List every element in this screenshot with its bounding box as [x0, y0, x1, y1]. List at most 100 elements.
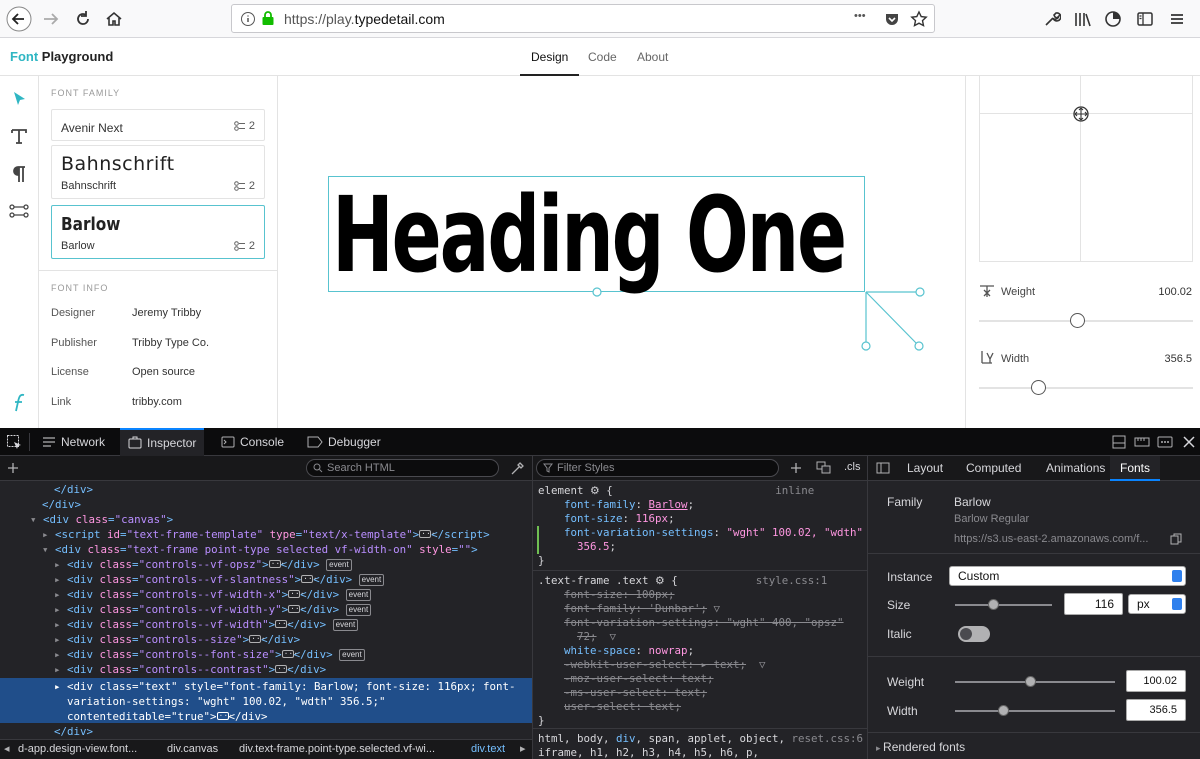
- tab-design[interactable]: Design: [519, 50, 580, 76]
- variable-tool-button[interactable]: [8, 200, 30, 222]
- app-header: Font Playground Design Code About: [0, 38, 1200, 76]
- tab-layout[interactable]: Layout: [907, 456, 943, 481]
- pseudo-class-icon[interactable]: [816, 461, 832, 475]
- library-icon[interactable]: [1073, 10, 1091, 28]
- width-slider-track[interactable]: [979, 387, 1193, 389]
- add-node-icon[interactable]: [7, 462, 19, 474]
- width-label: Width: [1001, 353, 1030, 365]
- back-button[interactable]: [6, 6, 32, 32]
- tab-computed[interactable]: Computed: [966, 456, 1021, 481]
- lock-icon: [262, 11, 274, 25]
- breadcrumb-item-current[interactable]: div.text: [471, 740, 505, 759]
- weight-axis-knob[interactable]: [1024, 676, 1036, 687]
- rendered-fonts-toggle[interactable]: ▸ Rendered fonts: [876, 740, 965, 754]
- sync-icon[interactable]: [1104, 10, 1122, 28]
- filter-icon: [543, 463, 553, 473]
- tab-animations[interactable]: Animations: [1046, 456, 1105, 481]
- markup-line[interactable]: ▸ <script id="text-frame-template" type=…: [42, 524, 532, 542]
- element-picker-icon[interactable]: [6, 434, 22, 450]
- breadcrumb-item[interactable]: div.text-frame.point-type.selected.vf-wi…: [239, 740, 435, 759]
- markup-line[interactable]: </div>: [54, 724, 532, 739]
- breadcrumb-item[interactable]: d-app.design-view.font...: [18, 740, 137, 759]
- filter-styles-input[interactable]: Filter Styles: [536, 459, 779, 477]
- weight-slider-knob[interactable]: [1069, 313, 1085, 328]
- markup-line-selected[interactable]: ▸ <div class="text" style="font-family: …: [54, 679, 516, 724]
- reset-rule[interactable]: html, body, div, span, applet, object, r…: [538, 732, 863, 759]
- app-logo[interactable]: Font Playground: [10, 49, 113, 64]
- eyedropper-icon[interactable]: [510, 462, 524, 476]
- text-tool-button[interactable]: [8, 125, 30, 147]
- paragraph-tool-button[interactable]: [8, 163, 30, 185]
- markup-line[interactable]: ▾ <div class="canvas">: [30, 512, 532, 527]
- breadcrumb-item[interactable]: div.canvas: [167, 740, 218, 759]
- markup-line[interactable]: ▸ <div class="controls--font-size"></div…: [54, 644, 532, 662]
- style-count: 2: [234, 180, 255, 192]
- font-info-title: FONT INFO: [51, 283, 109, 293]
- markup-line[interactable]: </div>: [54, 482, 532, 497]
- paragraph-icon: [13, 166, 25, 182]
- pocket-icon[interactable]: [884, 11, 900, 27]
- hamburger-menu-icon[interactable]: [1168, 10, 1186, 28]
- width-value: 356.5: [1164, 353, 1192, 365]
- markup-line[interactable]: </div>: [42, 497, 532, 512]
- page-actions-menu[interactable]: •••: [854, 10, 866, 22]
- font-logo-button[interactable]: [8, 392, 30, 414]
- close-icon[interactable]: [1182, 435, 1196, 449]
- tab-debugger[interactable]: Debugger: [307, 428, 381, 456]
- italic-toggle[interactable]: [958, 626, 990, 642]
- styles-icon: [234, 241, 245, 251]
- toggle-sidebar-icon[interactable]: [876, 462, 890, 474]
- wrench-icon[interactable]: [1043, 10, 1061, 28]
- markup-line[interactable]: ▸ <div class="controls--vf-width"></div>…: [54, 614, 532, 632]
- design-canvas[interactable]: Heading One: [278, 76, 965, 428]
- size-input[interactable]: 116: [1064, 593, 1123, 615]
- size-slider-knob[interactable]: [988, 599, 1000, 610]
- markup-line[interactable]: ▸ <div class="controls--contrast"></div>: [54, 659, 532, 677]
- responsive-icon[interactable]: [1134, 435, 1150, 449]
- add-rule-icon[interactable]: [790, 462, 802, 474]
- forward-button[interactable]: [38, 6, 64, 32]
- width-axis-knob[interactable]: [997, 705, 1009, 716]
- markup-line[interactable]: ▸ <div class="controls--vf-opsz"></div> …: [54, 554, 532, 572]
- instance-select[interactable]: Custom: [949, 566, 1186, 586]
- tab-fonts[interactable]: Fonts: [1110, 456, 1161, 481]
- font-card-barlow[interactable]: Barlow Barlow 2: [51, 205, 265, 259]
- bookmark-star-icon[interactable]: [910, 10, 928, 28]
- font-card-bahnschrift[interactable]: Bahnschrift Bahnschrift 2: [51, 145, 265, 199]
- xy-axis-pad[interactable]: [979, 76, 1193, 262]
- weight-slider-track[interactable]: [979, 320, 1193, 322]
- reload-button[interactable]: [70, 6, 96, 32]
- url-bar[interactable]: https://play.typedetail.com •••: [231, 4, 935, 33]
- search-html-input[interactable]: Search HTML: [306, 459, 499, 477]
- tab-console[interactable]: Console: [221, 428, 284, 456]
- tab-code[interactable]: Code: [588, 50, 617, 64]
- info-icon[interactable]: [240, 11, 256, 27]
- info-link[interactable]: tribby.com: [132, 396, 182, 408]
- element-rule[interactable]: element ⚙ { inline font-family: Barlow; …: [538, 484, 863, 568]
- size-slider-track[interactable]: [955, 604, 1052, 606]
- home-button[interactable]: [101, 6, 127, 32]
- font-url[interactable]: https://s3.us-east-2.amazonaws.com/f...: [954, 533, 1148, 545]
- sidebar-icon[interactable]: [1136, 10, 1154, 28]
- font-card-avenir-next[interactable]: Avenir Next 2: [51, 109, 265, 141]
- xy-crosshair-handle[interactable]: [1073, 106, 1089, 122]
- select-tool-button[interactable]: [8, 88, 30, 110]
- tab-network[interactable]: Network: [42, 428, 105, 456]
- more-options-icon[interactable]: [1157, 435, 1173, 449]
- console-icon: [221, 436, 235, 448]
- width-axis-track[interactable]: [955, 710, 1115, 712]
- dock-icon[interactable]: [1112, 435, 1126, 449]
- url-text[interactable]: https://play.typedetail.com: [284, 11, 445, 27]
- width-axis-input[interactable]: 356.5: [1126, 699, 1186, 721]
- markup-line[interactable]: ▾ <div class="text-frame point-type sele…: [42, 542, 532, 557]
- size-unit-select[interactable]: px: [1128, 594, 1186, 614]
- family-label: Family: [887, 495, 923, 509]
- text-frame-rule[interactable]: .text-frame .text ⚙ { style.css:1 font-s…: [538, 574, 844, 728]
- markup-line[interactable]: ▸ <div class="controls--vf-width-y"></di…: [54, 599, 532, 617]
- copy-icon[interactable]: [1170, 533, 1182, 545]
- tab-about[interactable]: About: [637, 50, 668, 64]
- tab-inspector[interactable]: Inspector: [120, 428, 205, 456]
- cls-toggle[interactable]: .cls: [844, 461, 861, 473]
- width-slider-knob[interactable]: [1031, 380, 1047, 395]
- weight-axis-input[interactable]: 100.02: [1126, 670, 1186, 692]
